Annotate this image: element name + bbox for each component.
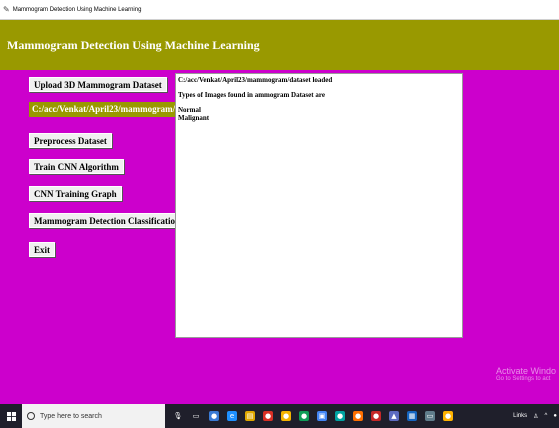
taskbar-search-box[interactable]: Type here to search: [22, 404, 165, 428]
system-tray: Links ♙ ^ ●: [507, 404, 559, 428]
edge-browser-icon[interactable]: e: [227, 411, 237, 421]
tray-links-label[interactable]: Links: [513, 413, 527, 419]
train-cnn-button[interactable]: Train CNN Algorithm: [29, 159, 124, 174]
chevron-up-icon[interactable]: ^: [545, 413, 548, 419]
output-text-area[interactable]: C:/acc/Venkat/April23/mammogram/dataset …: [175, 73, 463, 338]
page-title: Mammogram Detection Using Machine Learni…: [7, 37, 260, 52]
app-feather-icon: ✎: [3, 5, 10, 14]
exit-button[interactable]: Exit: [29, 242, 56, 257]
window-titlebar: ✎ Mammogram Detection Using Machine Lear…: [0, 0, 559, 20]
app-icon[interactable]: ●: [335, 411, 345, 421]
app-icon[interactable]: ▲: [389, 411, 399, 421]
app-header: Mammogram Detection Using Machine Learni…: [0, 20, 559, 70]
output-line: Normal: [178, 106, 201, 114]
watermark-line-2: Go to Settings to act: [496, 376, 551, 382]
python-icon[interactable]: ●: [443, 411, 453, 421]
app-icon[interactable]: ▣: [317, 411, 327, 421]
start-button[interactable]: [0, 404, 22, 428]
chrome-icon[interactable]: ●: [281, 411, 291, 421]
app-icon[interactable]: ▦: [407, 411, 417, 421]
app-icon[interactable]: ●: [209, 411, 219, 421]
person-icon[interactable]: ♙: [533, 413, 538, 420]
taskbar: Type here to search 🎙 ▭ ● e ▤ ● ● ● ▣ ● …: [0, 404, 559, 428]
activate-windows-watermark: Activate Windo Go to Settings to act: [496, 366, 556, 382]
classification-button[interactable]: Mammogram Detection Classification: [29, 213, 185, 228]
task-view-icon[interactable]: ▭: [191, 411, 201, 421]
preprocess-dataset-button[interactable]: Preprocess Dataset: [29, 133, 112, 148]
cnn-training-graph-button[interactable]: CNN Training Graph: [29, 186, 122, 201]
output-line: C:/acc/Venkat/April23/mammogram/dataset …: [178, 76, 333, 84]
app-icon[interactable]: ●: [353, 411, 363, 421]
search-placeholder: Type here to search: [40, 412, 102, 420]
network-icon[interactable]: ●: [553, 413, 557, 419]
output-line: Types of Images found in ammogram Datase…: [178, 91, 325, 99]
microphone-icon[interactable]: 🎙: [173, 411, 183, 421]
dataset-path-label: C:/acc/Venkat/April23/mammogram/dataset: [29, 102, 176, 117]
app-icon[interactable]: ●: [371, 411, 381, 421]
output-line: Malignant: [178, 113, 210, 122]
upload-dataset-button[interactable]: Upload 3D Mammogram Dataset: [29, 77, 167, 92]
app-icon[interactable]: ●: [299, 411, 309, 421]
file-explorer-icon[interactable]: ▤: [245, 411, 255, 421]
app-icon[interactable]: ●: [263, 411, 273, 421]
search-icon: [27, 412, 35, 420]
windows-logo-icon: [6, 411, 16, 421]
window-title: Mammogram Detection Using Machine Learni…: [12, 6, 142, 13]
watermark-line-1: Activate Windo: [496, 366, 557, 376]
terminal-icon[interactable]: ▭: [425, 411, 435, 421]
